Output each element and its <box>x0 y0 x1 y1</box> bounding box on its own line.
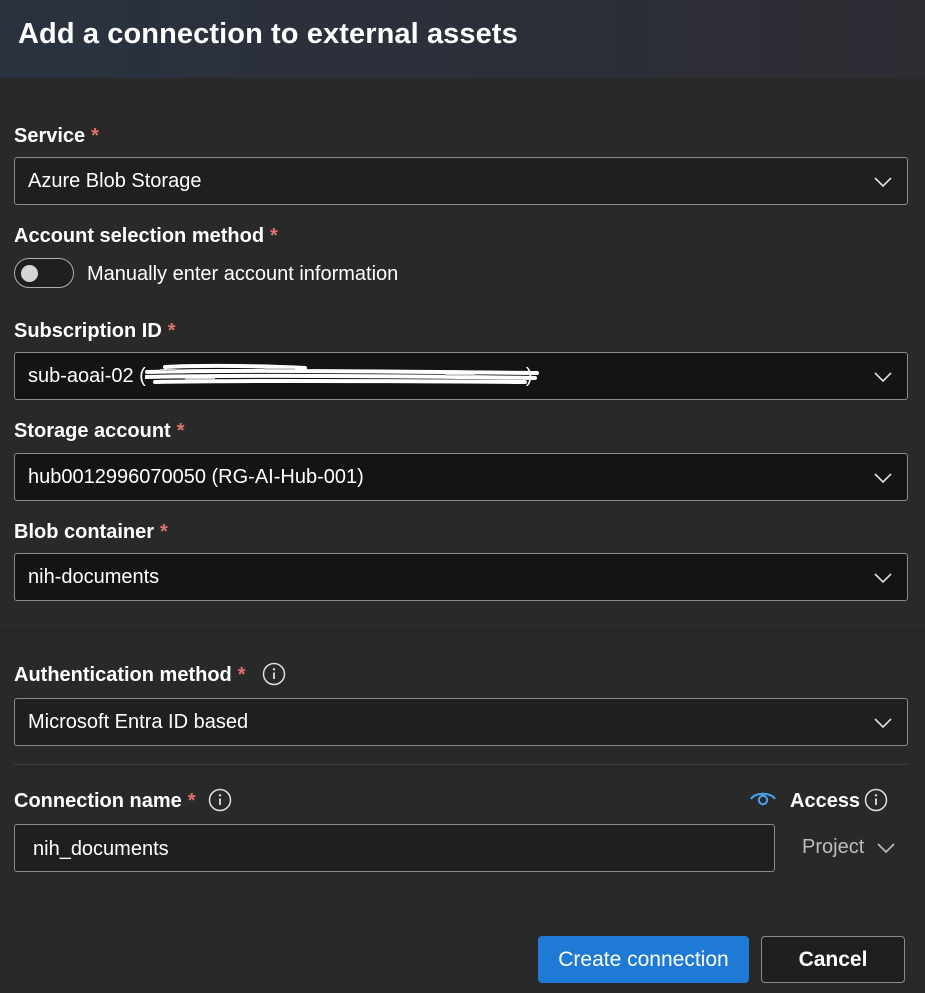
required-marker: * <box>91 125 99 147</box>
manual-entry-toggle-label: Manually enter account information <box>87 263 399 285</box>
info-icon[interactable] <box>208 788 232 812</box>
service-label: Service * <box>14 125 99 147</box>
required-marker: * <box>167 320 176 342</box>
divider <box>14 764 908 765</box>
chevron-down-icon <box>874 573 892 584</box>
required-marker: * <box>187 790 196 812</box>
required-marker: * <box>176 420 185 442</box>
toggle-knob <box>21 265 38 282</box>
section-separator <box>0 628 925 632</box>
service-value: Azure Blob Storage <box>28 170 202 192</box>
service-select[interactable]: Azure Blob Storage <box>14 157 908 205</box>
dialog-title: Add a connection to external assets <box>18 18 518 50</box>
chevron-down-icon <box>874 718 892 729</box>
info-icon[interactable] <box>864 788 888 812</box>
authentication-value: Microsoft Entra ID based <box>28 711 249 733</box>
account-selection-label: Account selection method * <box>14 225 278 247</box>
chevron-down-icon <box>874 372 892 383</box>
dialog-header: Add a connection to external assets <box>0 0 925 78</box>
redaction-scribble <box>145 363 539 384</box>
blob-container-value: nih-documents <box>28 566 160 588</box>
subscription-label: Subscription ID * <box>14 320 176 342</box>
blob-container-select[interactable]: nih-documents <box>14 553 908 601</box>
create-connection-button[interactable]: Create connection <box>538 936 749 983</box>
storage-account-select[interactable]: hub0012996070050 (RG-AI-Hub-001) <box>14 453 908 501</box>
chevron-down-icon <box>874 473 892 484</box>
chevron-down-icon <box>874 177 892 188</box>
required-marker: * <box>160 521 168 543</box>
eye-icon <box>750 792 776 806</box>
blob-container-label: Blob container * <box>14 521 168 543</box>
connection-name-value: nih_documents <box>33 838 169 860</box>
authentication-label: Authentication method * <box>14 664 246 686</box>
connection-name-input[interactable]: nih_documents <box>14 824 775 872</box>
storage-account-label: Storage account * <box>14 420 185 442</box>
required-marker: * <box>237 664 246 686</box>
access-dropdown-value[interactable]: Project <box>802 836 864 859</box>
manual-entry-toggle[interactable] <box>14 258 74 288</box>
storage-account-value: hub0012996070050 (RG-AI-Hub-001) <box>28 466 364 488</box>
chevron-down-icon[interactable] <box>876 838 896 858</box>
required-marker: * <box>270 225 278 247</box>
access-label: Access <box>790 790 861 812</box>
info-icon[interactable] <box>262 662 286 686</box>
connection-name-label: Connection name * <box>14 790 196 812</box>
authentication-select[interactable]: Microsoft Entra ID based <box>14 698 908 746</box>
cancel-button[interactable]: Cancel <box>761 936 905 983</box>
